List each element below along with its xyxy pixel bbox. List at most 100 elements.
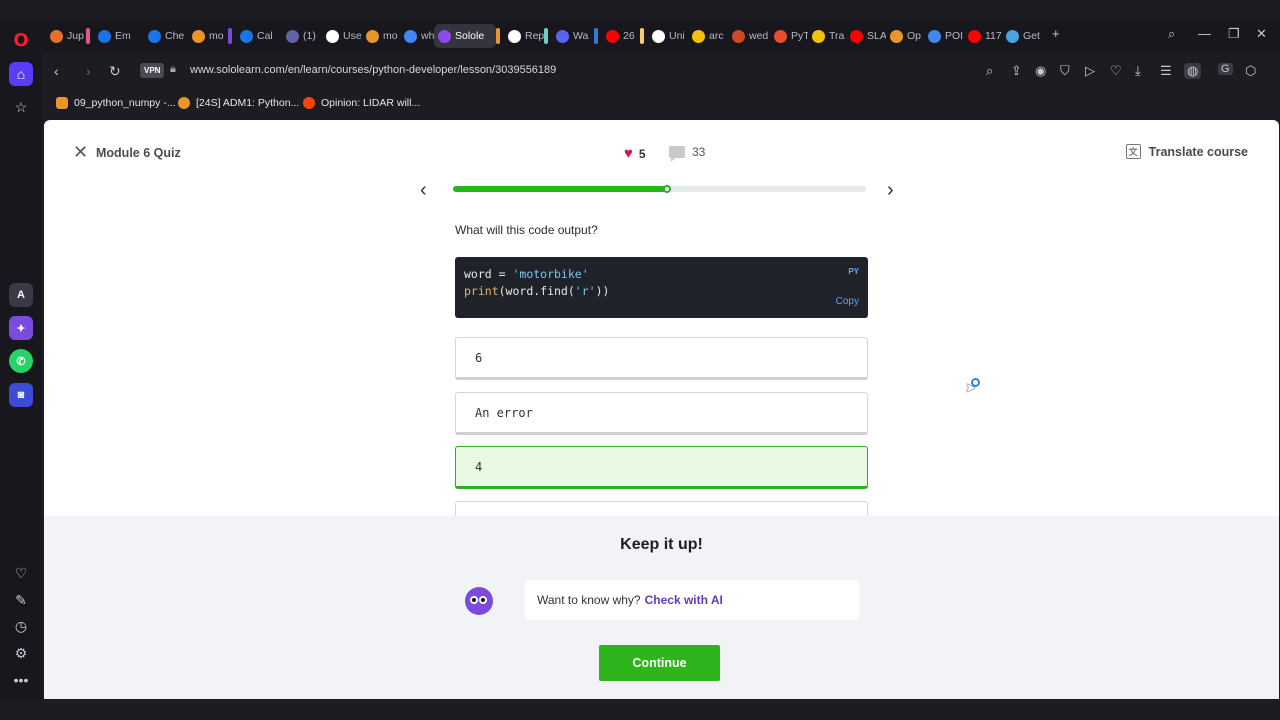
- bookmark-item[interactable]: Opinion: LIDAR will...: [303, 97, 420, 109]
- tab-favicon-icon: [240, 29, 253, 43]
- browser-tab[interactable]: Solole: [434, 24, 496, 48]
- home-icon[interactable]: ⌂: [9, 62, 33, 86]
- tab-label: Jup: [67, 30, 84, 42]
- vpn-badge[interactable]: VPN: [140, 63, 165, 78]
- tab-group-pill[interactable]: [640, 28, 644, 44]
- browser-tab[interactable]: Che: [144, 24, 188, 48]
- browser-tab[interactable]: Cal: [236, 24, 282, 48]
- heart-icon-toolbar[interactable]: ♡: [1110, 63, 1122, 79]
- search-icon[interactable]: ⌕: [986, 63, 993, 79]
- moodle-icon: [178, 97, 190, 109]
- discord-icon[interactable]: ◙: [9, 383, 33, 407]
- tab-group-pill[interactable]: [228, 28, 232, 44]
- hearts-count: 5: [638, 146, 646, 161]
- browser-tab[interactable]: mo: [188, 24, 228, 48]
- browser-tab[interactable]: Use: [322, 24, 362, 48]
- browser-tab[interactable]: Em: [94, 24, 144, 48]
- browser-tab[interactable]: 26: [602, 24, 640, 48]
- url-field[interactable]: www.sololearn.com/en/learn/courses/pytho…: [190, 64, 556, 76]
- browser-tab[interactable]: POI: [924, 24, 964, 48]
- ai-explain-bubble: Want to know why? Check with AI: [525, 580, 859, 620]
- answer-option[interactable]: 6: [455, 337, 868, 380]
- opera-logo-icon[interactable]: O: [9, 28, 33, 52]
- history-icon[interactable]: ◷: [9, 614, 33, 638]
- browser-tab[interactable]: wed: [728, 24, 770, 48]
- back-icon[interactable]: ‹: [54, 63, 59, 79]
- shield-icon[interactable]: ⛉: [1060, 63, 1070, 79]
- tab-favicon-icon: [692, 29, 705, 43]
- tab-favicon-icon: [98, 29, 111, 43]
- lock-icon[interactable]: 🔒︎: [170, 63, 176, 76]
- heart-icon-sidebar[interactable]: ♡: [9, 561, 33, 585]
- browser-tab[interactable]: Rep: [504, 24, 544, 48]
- more-icon[interactable]: •••: [9, 668, 33, 692]
- chevron-left-icon[interactable]: ‹: [420, 179, 427, 202]
- answer-option-selected[interactable]: 4: [455, 446, 868, 489]
- browser-tab[interactable]: Get: [1002, 24, 1046, 48]
- reload-icon[interactable]: ↻: [109, 63, 121, 80]
- tab-favicon-icon: [148, 29, 161, 43]
- aria-icon[interactable]: A: [9, 283, 33, 307]
- play-icon[interactable]: ▷: [1085, 63, 1095, 79]
- camera-icon[interactable]: ◉: [1035, 63, 1046, 79]
- tab-label: Che: [165, 30, 185, 42]
- browser-tab[interactable]: Tra: [808, 24, 846, 48]
- tab-label: mo: [209, 30, 224, 42]
- tab-favicon-icon: [286, 29, 299, 43]
- check-with-ai-link[interactable]: Check with AI: [645, 593, 723, 607]
- edit-icon[interactable]: ✎: [9, 588, 33, 612]
- extensions-icon[interactable]: ⬡: [1245, 63, 1256, 79]
- tab-group-pill[interactable]: [594, 28, 598, 44]
- grammarly-icon[interactable]: G: [1218, 63, 1233, 75]
- tab-group-pill[interactable]: [496, 28, 500, 44]
- browser-tab[interactable]: Op: [886, 24, 924, 48]
- close-icon[interactable]: ✕: [73, 143, 88, 161]
- tab-favicon-icon: [774, 29, 787, 43]
- new-tab-icon[interactable]: +: [1052, 26, 1060, 41]
- settings-icon[interactable]: ⚙: [9, 641, 33, 665]
- tab-favicon-icon: [366, 29, 379, 43]
- share-icon[interactable]: ⇪: [1011, 63, 1022, 79]
- tab-label: Use: [343, 30, 362, 42]
- tab-group-pill[interactable]: [86, 28, 90, 44]
- tab-group-pill[interactable]: [544, 28, 548, 44]
- copy-button[interactable]: Copy: [836, 296, 859, 307]
- browser-tab[interactable]: Wa: [552, 24, 594, 48]
- translate-label: Translate course: [1148, 144, 1248, 159]
- feedback-panel: Keep it up! Want to know why? Check with…: [44, 516, 1279, 699]
- easy-setup-icon[interactable]: ☰: [1160, 63, 1172, 79]
- forward-icon[interactable]: ›: [86, 63, 91, 79]
- answer-option[interactable]: An error: [455, 392, 868, 435]
- browser-tab[interactable]: 117: [964, 24, 1002, 48]
- browser-tab[interactable]: mo: [362, 24, 400, 48]
- bookmark-label: [24S] ADM1: Python...: [196, 97, 300, 109]
- close-window-icon[interactable]: ✕: [1256, 26, 1267, 42]
- comments-button[interactable]: 33: [669, 145, 705, 162]
- browser-tab[interactable]: Jup: [46, 24, 86, 48]
- download-icon[interactable]: ⤓: [1135, 63, 1141, 79]
- messenger-icon[interactable]: ✦: [9, 316, 33, 340]
- star-icon[interactable]: ☆: [9, 95, 33, 119]
- browser-tab[interactable]: wh: [400, 24, 434, 48]
- browser-tab[interactable]: arc: [688, 24, 728, 48]
- profile-icon[interactable]: ◍: [1184, 63, 1202, 79]
- restore-icon[interactable]: ❐: [1228, 26, 1240, 42]
- search-tabs-icon[interactable]: ⌕: [1168, 26, 1175, 42]
- tab-label: mo: [383, 30, 398, 42]
- tab-favicon-icon: [928, 29, 941, 43]
- browser-tab[interactable]: (1): [282, 24, 322, 48]
- chevron-right-icon[interactable]: ›: [887, 179, 894, 202]
- bookmark-item[interactable]: 09_python_numpy -...: [56, 97, 176, 109]
- tab-favicon-icon: [438, 29, 451, 43]
- bookmark-item[interactable]: [24S] ADM1: Python...: [178, 97, 299, 109]
- tab-favicon-icon: [968, 29, 981, 43]
- minimize-icon[interactable]: —: [1198, 26, 1211, 41]
- browser-tab[interactable]: Uni: [648, 24, 688, 48]
- whatsapp-icon[interactable]: ✆: [9, 349, 33, 373]
- browser-tab[interactable]: PyT: [770, 24, 808, 48]
- continue-button[interactable]: Continue: [599, 645, 720, 681]
- page-content: ✕ Module 6 Quiz ♥ 5 33 文 Translate cours…: [44, 120, 1279, 699]
- translate-course-button[interactable]: 文 Translate course: [1125, 144, 1248, 159]
- hearts-counter[interactable]: ♥ 5: [624, 145, 646, 162]
- browser-tab[interactable]: SLA: [846, 24, 886, 48]
